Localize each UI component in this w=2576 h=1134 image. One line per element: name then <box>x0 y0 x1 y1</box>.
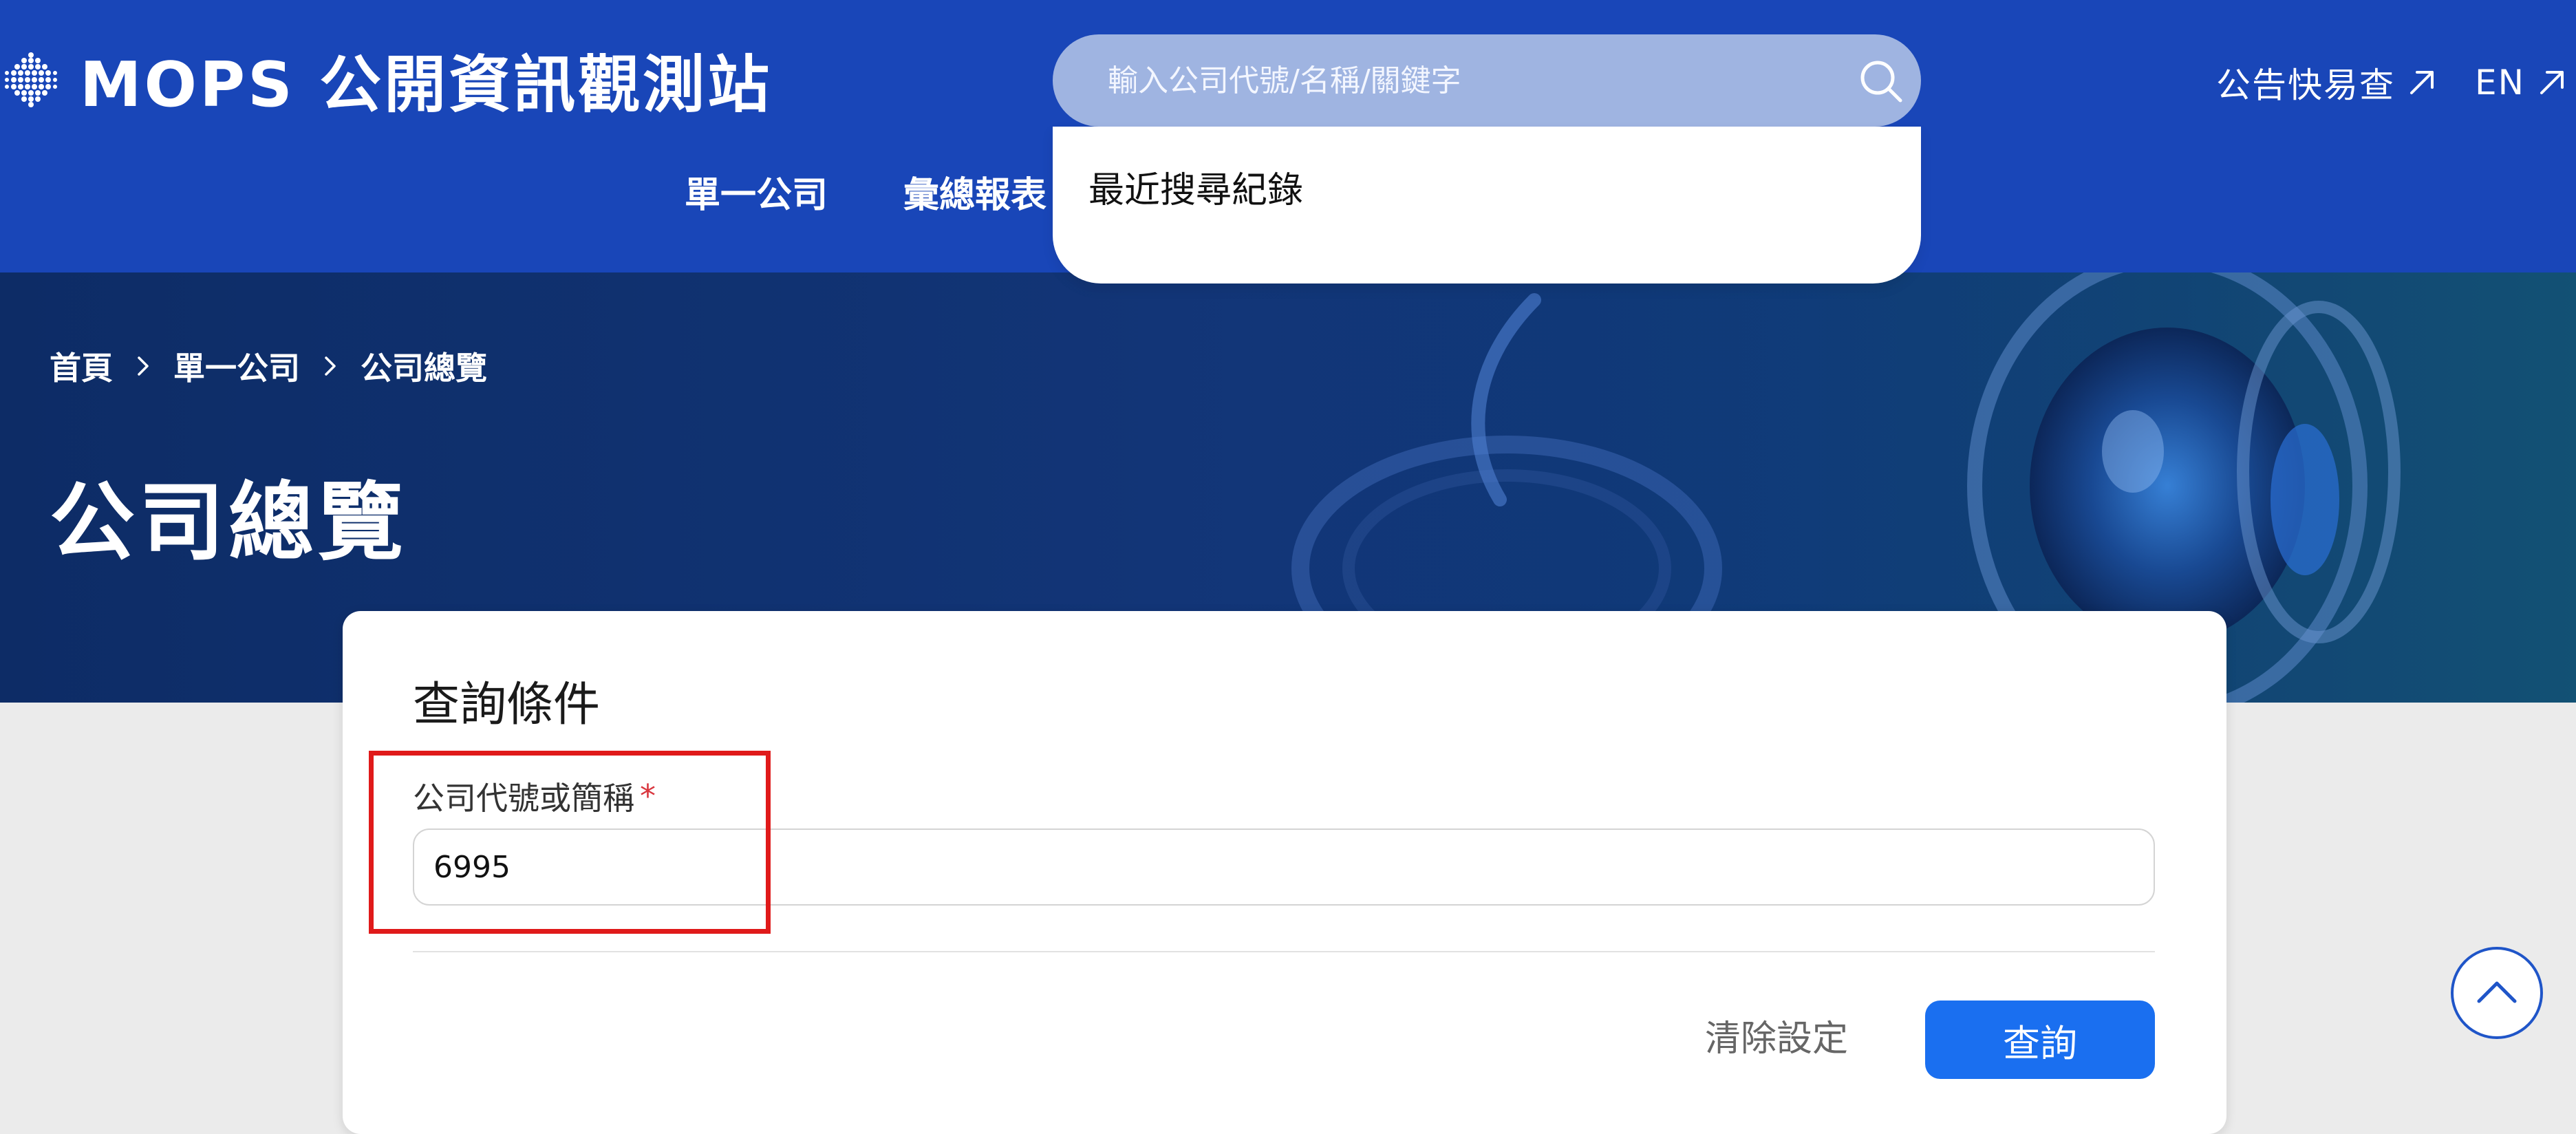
nav-item-summary-reports[interactable]: 彙總報表 <box>903 166 1046 217</box>
breadcrumb-current: 公司總覽 <box>361 350 487 387</box>
page-title: 公司總覽 <box>50 473 408 573</box>
external-link-icon <box>2540 71 2564 94</box>
breadcrumb: 首頁 單一公司 公司總覽 <box>50 345 487 387</box>
query-card-title: 查詢條件 <box>413 678 601 732</box>
search-icon[interactable] <box>1854 54 1909 109</box>
nav-item-single-company[interactable]: 單一公司 <box>685 166 828 217</box>
global-search-input[interactable] <box>1108 34 1796 127</box>
main-nav: 單一公司 彙總報表 <box>685 164 1046 219</box>
card-divider <box>413 951 2155 952</box>
back-to-top-button[interactable] <box>2451 947 2543 1039</box>
chevron-right-icon <box>138 356 149 376</box>
quick-search-label: 公告快易查 <box>2216 65 2395 105</box>
quick-links: 公告快易查 EN <box>2216 48 2569 117</box>
logo-text: MOPS 公開資訊觀測站 <box>80 49 773 121</box>
site-logo[interactable]: MOPS 公開資訊觀測站 <box>0 38 772 121</box>
breadcrumb-single-company[interactable]: 單一公司 <box>173 343 300 389</box>
chevron-up-icon <box>2477 981 2517 1003</box>
chevron-right-icon <box>325 356 336 376</box>
quick-search-link[interactable]: 公告快易查 <box>2216 58 2439 107</box>
global-search <box>1053 34 1921 127</box>
breadcrumb-home[interactable]: 首頁 <box>50 343 113 389</box>
search-history-dropdown: 最近搜尋紀錄 <box>1053 127 1921 284</box>
recent-search-heading: 最近搜尋紀錄 <box>1088 170 1304 211</box>
highlight-annotation <box>369 751 771 934</box>
clear-settings-button[interactable]: 清除設定 <box>1705 1001 1848 1069</box>
query-submit-button[interactable]: 查詢 <box>1925 1001 2155 1079</box>
english-label: EN <box>2475 63 2525 103</box>
logo-dots-icon <box>5 52 57 107</box>
english-link[interactable]: EN <box>2475 63 2569 103</box>
external-link-icon <box>2410 71 2434 94</box>
